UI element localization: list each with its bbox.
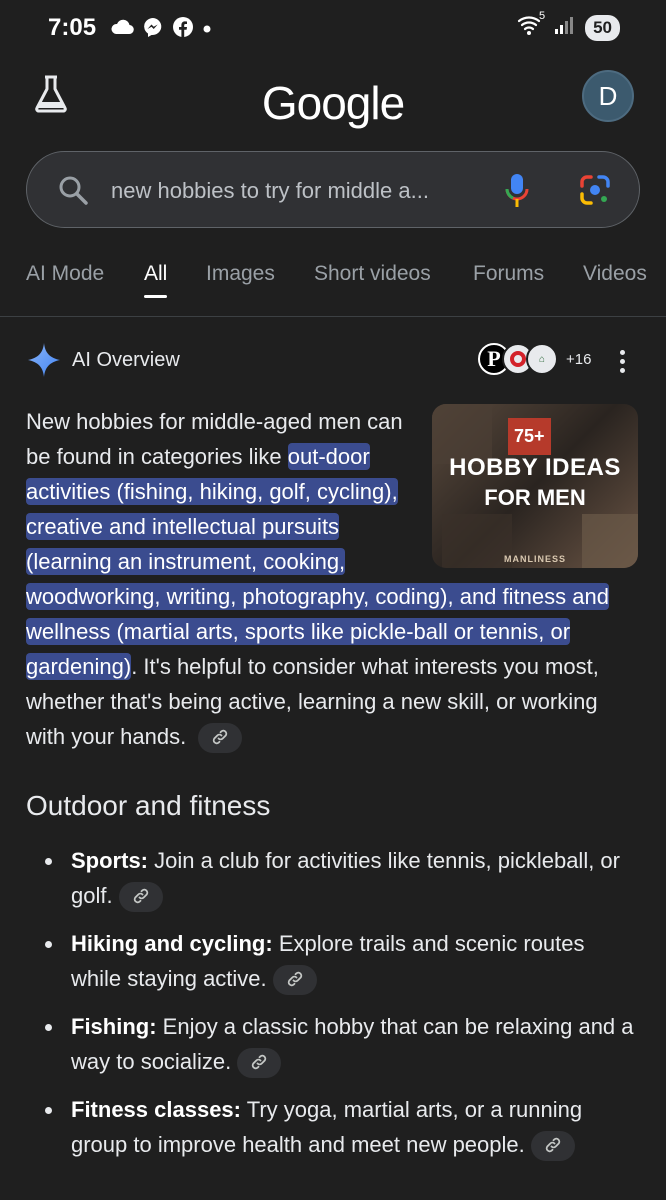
status-bar: 7:05 5 50 [0, 0, 666, 60]
dot-icon [202, 21, 212, 39]
link-icon [211, 721, 229, 756]
citation-link-button[interactable] [118, 880, 163, 915]
messenger-icon [142, 16, 164, 43]
sources-more-count: +16 [566, 350, 592, 368]
link-icon [286, 963, 304, 998]
search-bar[interactable]: new hobbies to try for middle a... [26, 151, 640, 228]
citation-link-button[interactable] [198, 721, 243, 756]
citation-link-button[interactable] [237, 1046, 282, 1081]
google-logo[interactable]: Google [0, 76, 666, 130]
link-icon [250, 1046, 268, 1081]
status-time: 7:05 [48, 14, 97, 41]
search-icon [57, 174, 89, 211]
google-lens-icon[interactable] [579, 174, 611, 211]
list-item: Hiking and cycling: Explore trails and s… [45, 926, 638, 998]
source-logo-icon: ⌂ [526, 343, 558, 375]
list-item-term: Hiking and cycling: [71, 931, 273, 956]
wifi-label: 5 [538, 10, 546, 22]
citation-link-button[interactable] [272, 963, 317, 998]
ai-overview-title: AI Overview [72, 349, 180, 371]
tab-images[interactable]: Images [206, 262, 275, 286]
list-item-term: Sports: [71, 848, 148, 873]
battery-indicator: 50 [585, 14, 620, 41]
section-heading: Outdoor and fitness [26, 790, 271, 821]
tabs-divider [0, 316, 666, 317]
search-query[interactable]: new hobbies to try for middle a... [111, 178, 429, 204]
thumbnail-footer: MANLINESS [503, 554, 566, 564]
avatar[interactable]: D [582, 70, 634, 122]
microphone-icon[interactable] [505, 172, 529, 215]
tab-all[interactable]: All [144, 262, 168, 298]
cloud-icon [110, 19, 134, 40]
more-options-icon[interactable] [620, 350, 626, 377]
signal-icon [553, 14, 575, 41]
thumbnail-subtitle: FOR MEN [484, 485, 586, 510]
tab-short-videos[interactable]: Short videos [314, 262, 431, 286]
tab-forums[interactable]: Forums [473, 262, 544, 286]
link-icon [132, 880, 150, 915]
list-item-term: Fishing: [71, 1014, 157, 1039]
hobby-ideas-thumbnail[interactable]: 75+ HOBBY IDEAS FOR MEN MANLINESS [432, 404, 638, 568]
tab-videos[interactable]: Videos [583, 262, 647, 286]
citation-link-button[interactable] [530, 1129, 575, 1164]
bullet-list: Sports: Join a club for activities like … [26, 843, 638, 1175]
tab-ai-mode[interactable]: AI Mode [26, 262, 104, 286]
sparkle-icon [26, 341, 62, 384]
list-item: Sports: Join a club for activities like … [45, 843, 638, 915]
list-item: Fitness classes: Try yoga, martial arts,… [45, 1092, 638, 1164]
link-icon [544, 1129, 562, 1164]
list-item-term: Fitness classes: [71, 1097, 241, 1122]
wifi-icon: 5 [517, 10, 545, 41]
list-item: Fishing: Enjoy a classic hobby that can … [45, 1009, 638, 1081]
facebook-icon [172, 16, 194, 43]
ai-overview-summary: 75+ HOBBY IDEAS FOR MEN MANLINESS New ho… [26, 404, 638, 754]
source-avatars[interactable]: P ⌂ +16 [478, 343, 591, 375]
